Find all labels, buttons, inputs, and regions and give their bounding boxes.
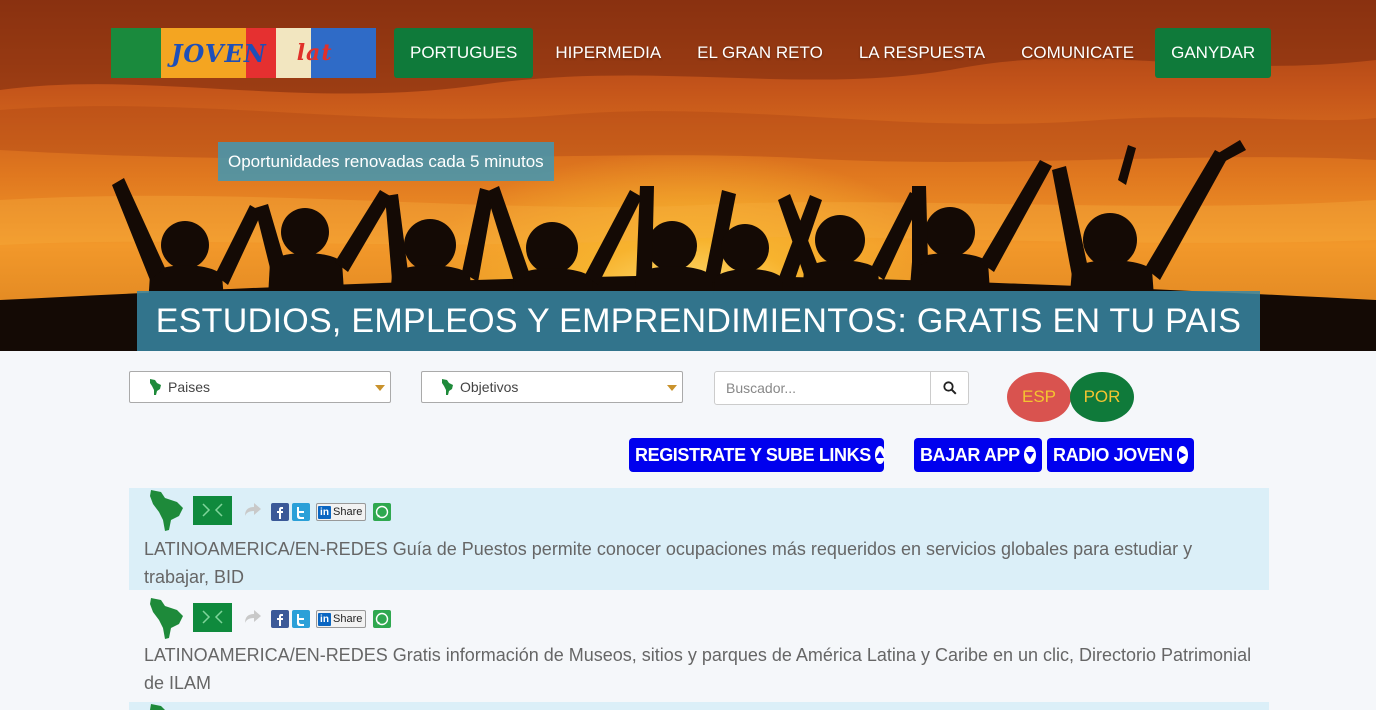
latin-america-map-icon [150, 704, 165, 710]
linkedin-share-label: Share [333, 506, 363, 518]
play-circle-icon [1176, 446, 1188, 464]
lang-esp-button[interactable]: ESP [1007, 372, 1071, 422]
hero-tagline: Oportunidades renovadas cada 5 minutos [218, 142, 554, 181]
lang-por-button[interactable]: POR [1070, 372, 1134, 422]
chevron-down-icon [667, 385, 677, 391]
nav-el-gran-reto[interactable]: EL GRAN RETO [681, 28, 839, 78]
news-item-text[interactable]: LATINOAMERICA/EN-REDES Gratis informació… [144, 641, 1254, 697]
radio-joven-button[interactable]: RADIO JOVEN [1047, 438, 1194, 472]
jovenlat-badge-icon [193, 496, 232, 525]
download-app-button[interactable]: BAJAR APP [914, 438, 1042, 472]
facebook-icon[interactable] [271, 503, 289, 521]
logo-text-joven: JOVEN [171, 38, 267, 68]
register-button[interactable]: REGISTRATE Y SUBE LINKS [629, 438, 885, 472]
main-nav: PORTUGUES HIPERMEDIA EL GRAN RETO LA RES… [394, 28, 1272, 78]
search-box [714, 371, 969, 405]
whatsapp-icon[interactable] [373, 503, 391, 521]
news-item [129, 702, 1269, 710]
linkedin-icon: in [318, 505, 331, 519]
countries-select-label: Paises [168, 379, 211, 395]
register-button-label: REGISTRATE Y SUBE LINKS [635, 444, 871, 465]
nav-comunicate[interactable]: COMUNICATE [1005, 28, 1150, 78]
hero-banner: JOVEN lat PORTUGUES HIPERMEDIA EL GRAN R… [0, 0, 1376, 351]
latin-america-map-icon [150, 379, 161, 395]
jovenlat-badge-icon [193, 603, 232, 632]
search-button[interactable] [930, 372, 968, 404]
chevron-down-icon [375, 385, 385, 391]
twitter-icon[interactable] [292, 503, 310, 521]
facebook-icon[interactable] [271, 610, 289, 628]
countries-select[interactable]: Paises [129, 371, 391, 403]
nav-portugues[interactable]: PORTUGUES [394, 28, 534, 78]
objectives-select-label: Objetivos [460, 379, 519, 395]
arrow-down-circle-icon [1023, 446, 1036, 464]
nav-hipermedia[interactable]: HIPERMEDIA [539, 28, 677, 78]
latin-america-map-icon [150, 490, 183, 531]
search-input[interactable] [715, 372, 930, 404]
forward-icon[interactable] [244, 607, 262, 625]
latin-america-map-icon [442, 379, 453, 395]
twitter-icon[interactable] [292, 610, 310, 628]
logo-wordmark: JOVEN lat [111, 28, 376, 78]
linkedin-share-button[interactable]: in Share [316, 503, 367, 521]
site-logo[interactable]: JOVEN lat [111, 28, 376, 78]
latin-america-map-icon [150, 598, 183, 639]
forward-icon[interactable] [244, 500, 262, 518]
objectives-select[interactable]: Objetivos [421, 371, 683, 403]
hero-title: ESTUDIOS, EMPLEOS Y EMPRENDIMIENTOS: GRA… [137, 291, 1260, 351]
nav-ganydar[interactable]: GANYDAR [1155, 28, 1272, 78]
arrow-up-circle-icon [874, 446, 885, 464]
logo-text-lat: lat [296, 40, 333, 66]
download-app-button-label: BAJAR APP [920, 444, 1020, 465]
whatsapp-icon[interactable] [373, 610, 391, 628]
linkedin-share-button[interactable]: in Share [316, 610, 367, 628]
linkedin-icon: in [318, 612, 331, 626]
news-item-text[interactable]: LATINOAMERICA/EN-REDES Guía de Puestos p… [144, 535, 1254, 591]
news-item: in Share LATINOAMERICA/EN-REDES Gratis i… [129, 590, 1269, 702]
search-icon [942, 381, 957, 395]
linkedin-share-label: Share [333, 613, 363, 625]
news-item: in Share LATINOAMERICA/EN-REDES Guía de … [129, 488, 1269, 590]
radio-joven-button-label: RADIO JOVEN [1053, 444, 1173, 465]
nav-la-respuesta[interactable]: LA RESPUESTA [843, 28, 1001, 78]
